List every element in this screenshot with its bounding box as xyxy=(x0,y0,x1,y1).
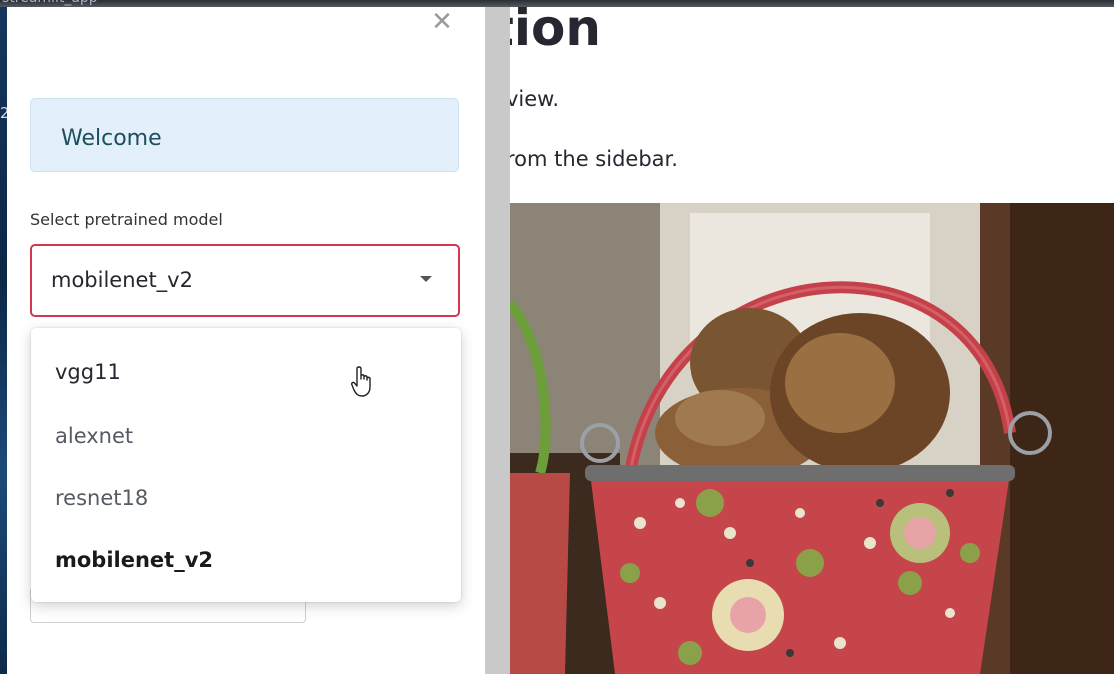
instruction-text-1: view. xyxy=(510,87,560,111)
select-current-value: mobilenet_v2 xyxy=(51,268,193,292)
select-label: Select pretrained model xyxy=(30,210,223,229)
option-alexnet[interactable]: alexnet xyxy=(55,424,133,448)
main-content: tion view. rom the sidebar. xyxy=(510,7,1114,674)
model-select[interactable]: mobilenet_v2 xyxy=(30,244,460,317)
option-resnet18[interactable]: resnet18 xyxy=(55,486,148,510)
basket-photo xyxy=(510,203,1114,674)
sidebar-divider xyxy=(485,7,510,674)
chevron-down-icon[interactable] xyxy=(420,276,432,282)
sidebar: ✕ Welcome Select pretrained model mobile… xyxy=(7,7,485,674)
model-dropdown-menu: vgg11 alexnet resnet18 mobilenet_v2 xyxy=(31,328,461,602)
instruction-text-2: rom the sidebar. xyxy=(510,147,678,171)
welcome-text: Welcome xyxy=(61,126,162,151)
pointer-hand-icon xyxy=(351,366,371,397)
window-titlebar xyxy=(0,0,1114,7)
close-icon[interactable]: ✕ xyxy=(429,9,455,35)
window-title: streamlit_app xyxy=(2,0,98,6)
option-mobilenet-v2[interactable]: mobilenet_v2 xyxy=(55,548,213,572)
welcome-alert: Welcome xyxy=(30,98,459,172)
option-vgg11[interactable]: vgg11 xyxy=(55,360,121,384)
page-title: tion xyxy=(510,7,601,57)
